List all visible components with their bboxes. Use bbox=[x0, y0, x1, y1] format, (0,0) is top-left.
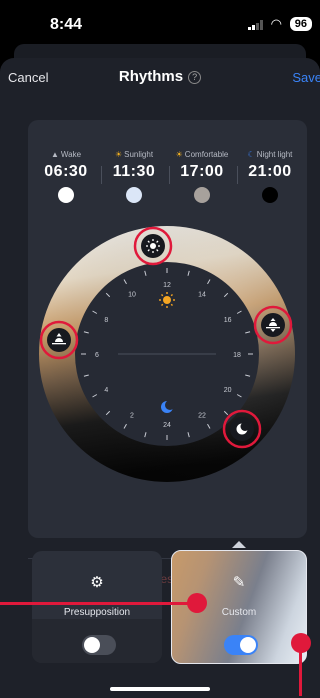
dial-hour-label: 6 bbox=[95, 352, 99, 359]
dial-hour-label: 8 bbox=[104, 317, 108, 324]
dial-hour-label: 20 bbox=[224, 387, 232, 394]
signal-icon bbox=[248, 20, 263, 30]
dial-hour-label: 12 bbox=[163, 282, 171, 289]
home-indicator bbox=[110, 687, 210, 691]
custom-toggle[interactable] bbox=[224, 635, 258, 655]
annotation-line bbox=[0, 602, 190, 605]
dial-hour-label: 16 bbox=[224, 317, 232, 324]
rhythm-dial[interactable]: 24681012141618202224 bbox=[28, 120, 307, 538]
annotation-dot bbox=[187, 593, 207, 613]
annotation-line bbox=[299, 643, 302, 696]
wifi-icon: ◠ bbox=[270, 16, 282, 31]
dial-hour-label: 4 bbox=[104, 387, 108, 394]
dial-hour-label: 24 bbox=[163, 422, 171, 429]
selection-caret bbox=[232, 541, 246, 548]
dial-hour-label: 2 bbox=[130, 413, 134, 420]
page-title: Rhythms? bbox=[0, 68, 320, 85]
nav-bar: Cancel Rhythms? Save bbox=[0, 58, 320, 98]
page-title-text: Rhythms bbox=[118, 68, 184, 85]
dial-hour-label: 14 bbox=[198, 291, 206, 298]
status-time: 8:44 bbox=[50, 16, 83, 33]
pencil-icon: ✎ bbox=[232, 574, 246, 591]
rhythm-card: ▲ Wake 06:30 ☀ Sunlight 11:30 ☀ Comfortable… bbox=[28, 120, 307, 586]
gear-icon: ⚙ bbox=[90, 574, 104, 591]
mode-label: Presupposition bbox=[63, 607, 131, 618]
mode-card-presupposition[interactable]: ⚙ Presupposition bbox=[32, 551, 162, 663]
dial-hour-label: 22 bbox=[198, 413, 206, 420]
dial-hour-label: 10 bbox=[128, 291, 136, 298]
help-icon[interactable]: ? bbox=[188, 71, 202, 84]
dial-hour-label: 18 bbox=[233, 352, 241, 359]
presupposition-toggle[interactable] bbox=[82, 635, 116, 655]
save-button[interactable]: Save bbox=[292, 70, 320, 85]
status-bar: 8:44 ◠ 96 bbox=[0, 0, 320, 48]
battery-indicator: 96 bbox=[289, 17, 312, 31]
